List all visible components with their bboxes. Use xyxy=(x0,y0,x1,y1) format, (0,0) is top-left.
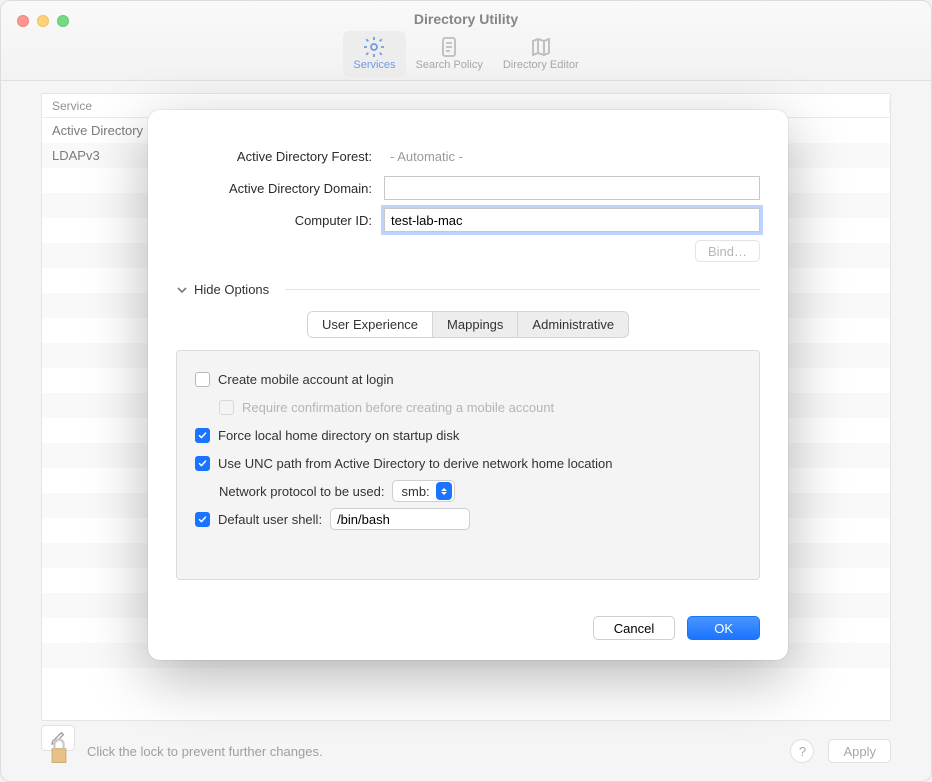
computer-id-label: Computer ID: xyxy=(176,213,376,228)
ok-button[interactable]: OK xyxy=(687,616,760,640)
tab-user-experience[interactable]: User Experience xyxy=(308,312,433,337)
service-name: Active Directory xyxy=(52,123,143,138)
toolbar-tab-label: Services xyxy=(353,59,395,71)
use-unc-label: Use UNC path from Active Directory to de… xyxy=(218,456,613,471)
field-row-domain: Active Directory Domain: xyxy=(176,172,760,204)
require-confirmation-label: Require confirmation before creating a m… xyxy=(242,400,554,415)
sheet-action-buttons: Cancel OK xyxy=(593,616,760,640)
toolbar-tab-label: Search Policy xyxy=(416,59,483,71)
apply-button[interactable]: Apply xyxy=(828,739,891,763)
window-title: Directory Utility xyxy=(1,1,931,27)
lock-icon[interactable] xyxy=(45,735,73,767)
forest-label: Active Directory Forest: xyxy=(176,149,376,164)
document-icon xyxy=(437,35,461,57)
chevron-down-icon xyxy=(176,284,188,296)
map-icon xyxy=(529,35,553,57)
window-controls xyxy=(17,15,69,27)
default-shell-input[interactable] xyxy=(330,508,470,530)
toolbar-tab-search-policy[interactable]: Search Policy xyxy=(406,31,493,77)
divider xyxy=(285,289,760,290)
option-create-mobile: Create mobile account at login xyxy=(195,365,741,393)
force-local-home-checkbox[interactable] xyxy=(195,428,210,443)
field-row-forest: Active Directory Forest: - Automatic - xyxy=(176,140,760,172)
bind-button[interactable]: Bind… xyxy=(695,240,760,262)
option-network-protocol: Network protocol to be used: smb: xyxy=(219,477,741,505)
forest-value: - Automatic - xyxy=(384,149,463,164)
updown-caret-icon xyxy=(436,482,452,500)
gear-icon xyxy=(362,35,386,57)
create-mobile-checkbox[interactable] xyxy=(195,372,210,387)
option-default-shell: Default user shell: xyxy=(195,505,741,533)
options-toggle-label: Hide Options xyxy=(194,282,269,297)
toolbar-tab-services[interactable]: Services xyxy=(343,31,405,77)
computer-id-input[interactable] xyxy=(384,208,760,232)
default-shell-checkbox[interactable] xyxy=(195,512,210,527)
tab-mappings[interactable]: Mappings xyxy=(433,312,518,337)
network-protocol-label: Network protocol to be used: xyxy=(219,484,384,499)
lock-hint-text: Click the lock to prevent further change… xyxy=(87,744,323,759)
titlebar: Directory Utility Services Search Policy… xyxy=(1,1,931,81)
domain-label: Active Directory Domain: xyxy=(176,181,376,196)
use-unc-checkbox[interactable] xyxy=(195,456,210,471)
toolbar-tab-directory-editor[interactable]: Directory Editor xyxy=(493,31,589,77)
default-shell-label: Default user shell: xyxy=(218,512,322,527)
active-directory-config-sheet: Active Directory Forest: - Automatic - A… xyxy=(148,110,788,660)
option-force-local-home: Force local home directory on startup di… xyxy=(195,421,741,449)
option-use-unc-path: Use UNC path from Active Directory to de… xyxy=(195,449,741,477)
network-protocol-select[interactable]: smb: xyxy=(392,480,454,502)
option-require-confirmation: Require confirmation before creating a m… xyxy=(219,393,741,421)
service-name: LDAPv3 xyxy=(52,148,100,163)
options-segmented-control: User Experience Mappings Administrative xyxy=(307,311,629,338)
tab-administrative[interactable]: Administrative xyxy=(518,312,628,337)
zoom-window-button[interactable] xyxy=(57,15,69,27)
create-mobile-label: Create mobile account at login xyxy=(218,372,394,387)
user-experience-panel: Create mobile account at login Require c… xyxy=(176,350,760,580)
close-window-button[interactable] xyxy=(17,15,29,27)
field-row-computer-id: Computer ID: xyxy=(176,204,760,236)
toolbar-tab-label: Directory Editor xyxy=(503,59,579,71)
options-disclosure[interactable]: Hide Options xyxy=(176,282,760,297)
toolbar-tabs: Services Search Policy Directory Editor xyxy=(1,31,931,77)
cancel-button[interactable]: Cancel xyxy=(593,616,675,640)
minimize-window-button[interactable] xyxy=(37,15,49,27)
help-button[interactable]: ? xyxy=(790,739,814,763)
network-protocol-value: smb: xyxy=(401,484,429,499)
require-confirmation-checkbox xyxy=(219,400,234,415)
force-local-home-label: Force local home directory on startup di… xyxy=(218,428,459,443)
lock-area: Click the lock to prevent further change… xyxy=(45,735,891,767)
domain-input[interactable] xyxy=(384,176,760,200)
